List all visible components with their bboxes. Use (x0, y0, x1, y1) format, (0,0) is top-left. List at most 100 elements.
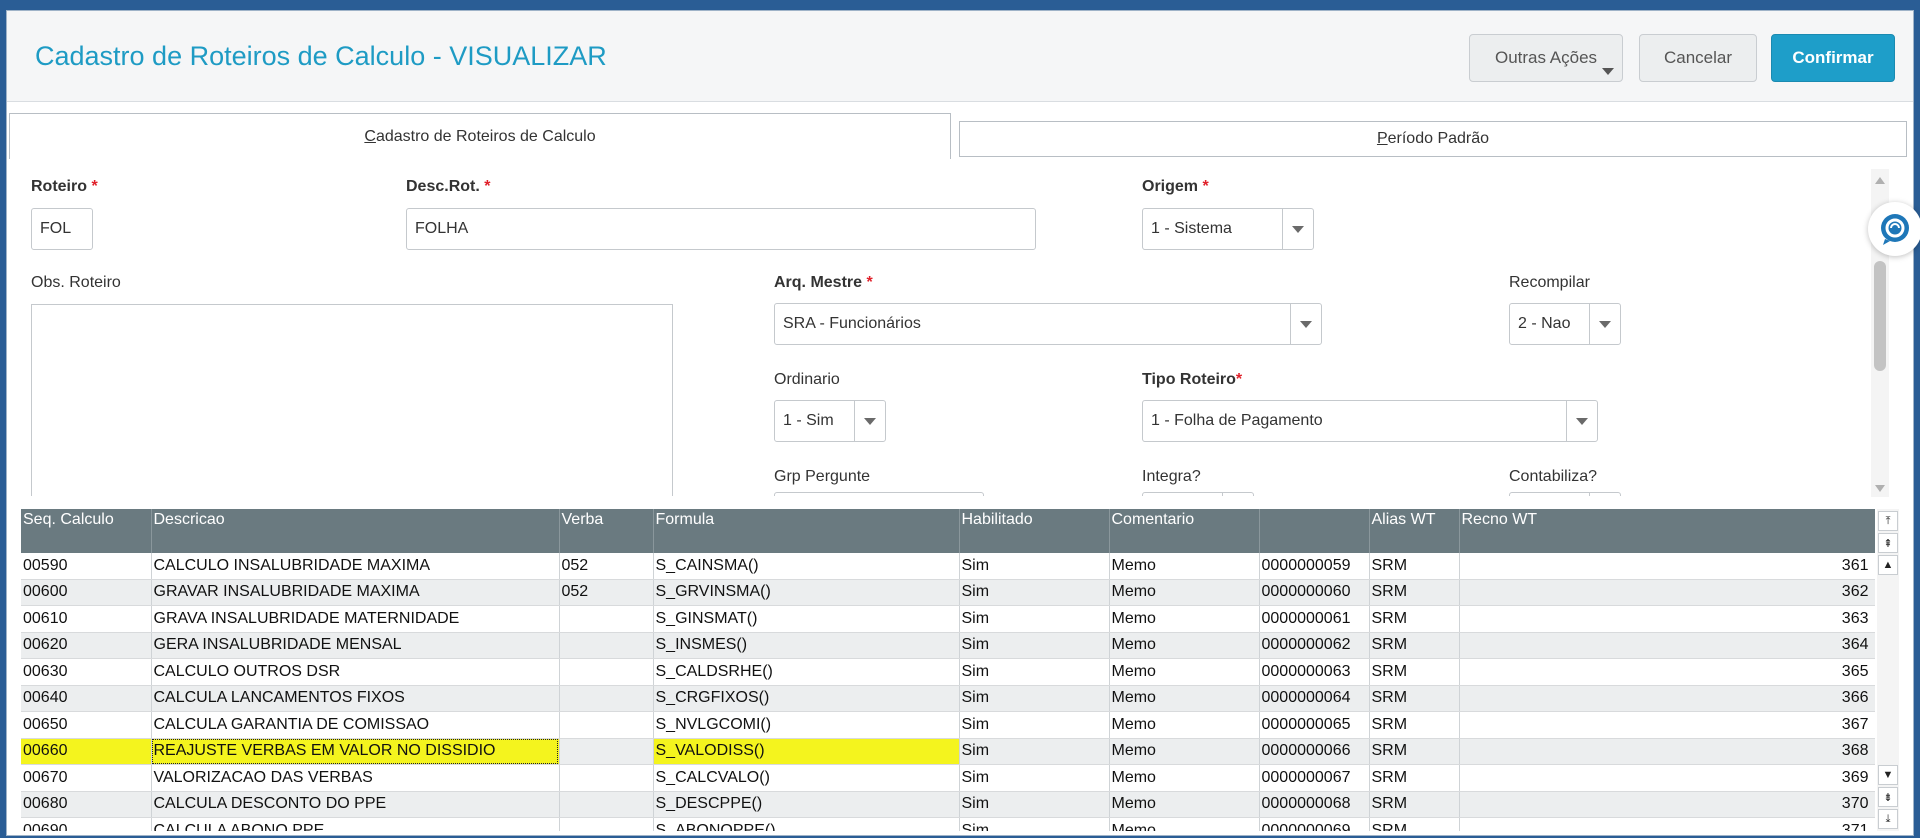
seq-cell[interactable]: 00680 (21, 791, 152, 818)
scroll-up-icon[interactable] (1875, 177, 1885, 184)
alias-cell[interactable]: SRM (1369, 553, 1460, 580)
seq-cell[interactable]: 00650 (21, 711, 152, 739)
descricao-cell[interactable]: GERA INSALUBRIDADE MENSAL (151, 632, 560, 659)
chat-bubble-icon[interactable] (1868, 202, 1920, 256)
recno-cell[interactable]: 361 (1459, 553, 1875, 580)
habilitado-cell[interactable]: Sim (959, 553, 1110, 580)
column-header[interactable] (1259, 509, 1370, 553)
chevron-down-icon[interactable] (1589, 493, 1620, 496)
chevron-down-icon[interactable] (854, 401, 885, 441)
descricao-cell[interactable]: CALCULO INSALUBRIDADE MAXIMA (151, 553, 560, 580)
scroll-page-up-icon[interactable]: ⇞ (1878, 533, 1898, 553)
id-cell[interactable]: 0000000060 (1259, 579, 1370, 606)
alias-cell[interactable]: SRM (1369, 791, 1460, 818)
column-header[interactable]: Formula (653, 509, 960, 553)
table-row[interactable]: 00620 GERA INSALUBRIDADE MENSAL S_INSMES()… (21, 632, 1875, 659)
table-row[interactable]: 00650 CALCULA GARANTIA DE COMISSAO S_NVLGC… (21, 711, 1875, 739)
recno-cell[interactable]: 362 (1459, 579, 1875, 606)
habilitado-cell[interactable]: Sim (959, 632, 1110, 659)
recno-cell[interactable]: 370 (1459, 791, 1875, 818)
chevron-down-icon[interactable] (1222, 493, 1253, 496)
id-cell[interactable]: 0000000067 (1259, 764, 1370, 792)
formula-cell[interactable]: S_INSMES() (653, 632, 960, 659)
column-header[interactable]: Verba (559, 509, 654, 553)
recno-cell[interactable]: 367 (1459, 711, 1875, 739)
scroll-up-icon[interactable]: ▲ (1878, 555, 1898, 575)
chevron-down-icon[interactable] (1290, 304, 1321, 344)
seq-cell[interactable]: 00670 (21, 764, 152, 792)
id-cell[interactable]: 0000000061 (1259, 605, 1370, 633)
comentario-cell[interactable]: Memo (1109, 738, 1260, 765)
seq-cell[interactable]: 00630 (21, 658, 152, 686)
comentario-cell[interactable]: Memo (1109, 605, 1260, 633)
habilitado-cell[interactable]: Sim (959, 579, 1110, 606)
descricao-cell[interactable]: REAJUSTE VERBAS EM VALOR NO DISSIDIO (151, 738, 560, 765)
table-row[interactable]: 00590 CALCULO INSALUBRIDADE MAXIMA 052 S_CA… (21, 553, 1875, 580)
formula-cell[interactable]: S_GRVINSMA() (653, 579, 960, 606)
id-cell[interactable]: 0000000065 (1259, 711, 1370, 739)
recno-cell[interactable]: 371 (1459, 817, 1875, 831)
verba-cell[interactable] (559, 791, 654, 818)
seq-cell[interactable]: 00590 (21, 553, 152, 580)
id-cell[interactable]: 0000000066 (1259, 738, 1370, 765)
comentario-cell[interactable]: Memo (1109, 632, 1260, 659)
alias-cell[interactable]: SRM (1369, 764, 1460, 792)
descricao-cell[interactable]: CALCULA GARANTIA DE COMISSAO (151, 711, 560, 739)
formula-cell[interactable]: S_CAINSMA() (653, 553, 960, 580)
descricao-cell[interactable]: CALCULO OUTROS DSR (151, 658, 560, 686)
alias-cell[interactable]: SRM (1369, 685, 1460, 712)
outras-acoes-button[interactable]: Outras Ações (1469, 34, 1623, 82)
verba-cell[interactable] (559, 817, 654, 831)
seq-cell[interactable]: 00600 (21, 579, 152, 606)
arq-mestre-select[interactable]: SRA - Funcionários (774, 303, 1322, 345)
table-row[interactable]: 00630 CALCULO OUTROS DSR S_CALDSRHE() Sim Me… (21, 658, 1875, 686)
seq-cell[interactable]: 00620 (21, 632, 152, 659)
habilitado-cell[interactable]: Sim (959, 658, 1110, 686)
verba-cell[interactable] (559, 658, 654, 686)
table-row[interactable]: 00670 VALORIZACAO DAS VERBAS S_CALCVALO() S… (21, 764, 1875, 792)
tipo-roteiro-select[interactable]: 1 - Folha de Pagamento (1142, 400, 1598, 442)
grid-scrollbar[interactable]: ⤒ ⇞ ▲ ▼ ⇟ ⤓ (1877, 509, 1899, 831)
verba-cell[interactable] (559, 605, 654, 633)
formula-cell[interactable]: S_NVLGCOMI() (653, 711, 960, 739)
id-cell[interactable]: 0000000063 (1259, 658, 1370, 686)
habilitado-cell[interactable]: Sim (959, 605, 1110, 633)
column-header[interactable]: Comentario (1109, 509, 1260, 553)
table-row[interactable]: 00610 GRAVA INSALUBRIDADE MATERNIDADE S_GI… (21, 605, 1875, 633)
comentario-cell[interactable]: Memo (1109, 658, 1260, 686)
cancel-button[interactable]: Cancelar (1639, 34, 1757, 82)
comentario-cell[interactable]: Memo (1109, 579, 1260, 606)
alias-cell[interactable]: SRM (1369, 711, 1460, 739)
id-cell[interactable]: 0000000068 (1259, 791, 1370, 818)
habilitado-cell[interactable]: Sim (959, 685, 1110, 712)
seq-cell[interactable]: 00610 (21, 605, 152, 633)
formula-cell[interactable]: S_CALDSRHE() (653, 658, 960, 686)
habilitado-cell[interactable]: Sim (959, 738, 1110, 765)
roteiro-field[interactable]: FOL (31, 208, 93, 250)
comentario-cell[interactable]: Memo (1109, 764, 1260, 792)
column-header[interactable]: Alias WT (1369, 509, 1460, 553)
chevron-down-icon[interactable] (1566, 401, 1597, 441)
column-header[interactable]: Habilitado (959, 509, 1110, 553)
comentario-cell[interactable]: Memo (1109, 791, 1260, 818)
habilitado-cell[interactable]: Sim (959, 764, 1110, 792)
descricao-cell[interactable]: GRAVAR INSALUBRIDADE MAXIMA (151, 579, 560, 606)
id-cell[interactable]: 0000000069 (1259, 817, 1370, 831)
tab-periodo-padrao[interactable]: Período Padrão (959, 121, 1907, 157)
comentario-cell[interactable]: Memo (1109, 711, 1260, 739)
formula-cell[interactable]: S_CRGFIXOS() (653, 685, 960, 712)
table-row[interactable]: 00680 CALCULA DESCONTO DO PPE S_DESCPPE() S… (21, 791, 1875, 818)
ordinario-select[interactable]: 1 - Sim (774, 400, 886, 442)
recno-cell[interactable]: 363 (1459, 605, 1875, 633)
id-cell[interactable]: 0000000059 (1259, 553, 1370, 580)
recno-cell[interactable]: 364 (1459, 632, 1875, 659)
alias-cell[interactable]: SRM (1369, 817, 1460, 831)
id-cell[interactable]: 0000000062 (1259, 632, 1370, 659)
recompilar-select[interactable]: 2 - Nao (1509, 303, 1621, 345)
formula-cell[interactable]: S_ABONOPPE() (653, 817, 960, 831)
formula-cell[interactable]: S_VALODISS() (653, 738, 960, 765)
grp-pergunte-field[interactable] (774, 492, 984, 496)
formula-cell[interactable]: S_DESCPPE() (653, 791, 960, 818)
alias-cell[interactable]: SRM (1369, 738, 1460, 765)
formula-cell[interactable]: S_CALCVALO() (653, 764, 960, 792)
